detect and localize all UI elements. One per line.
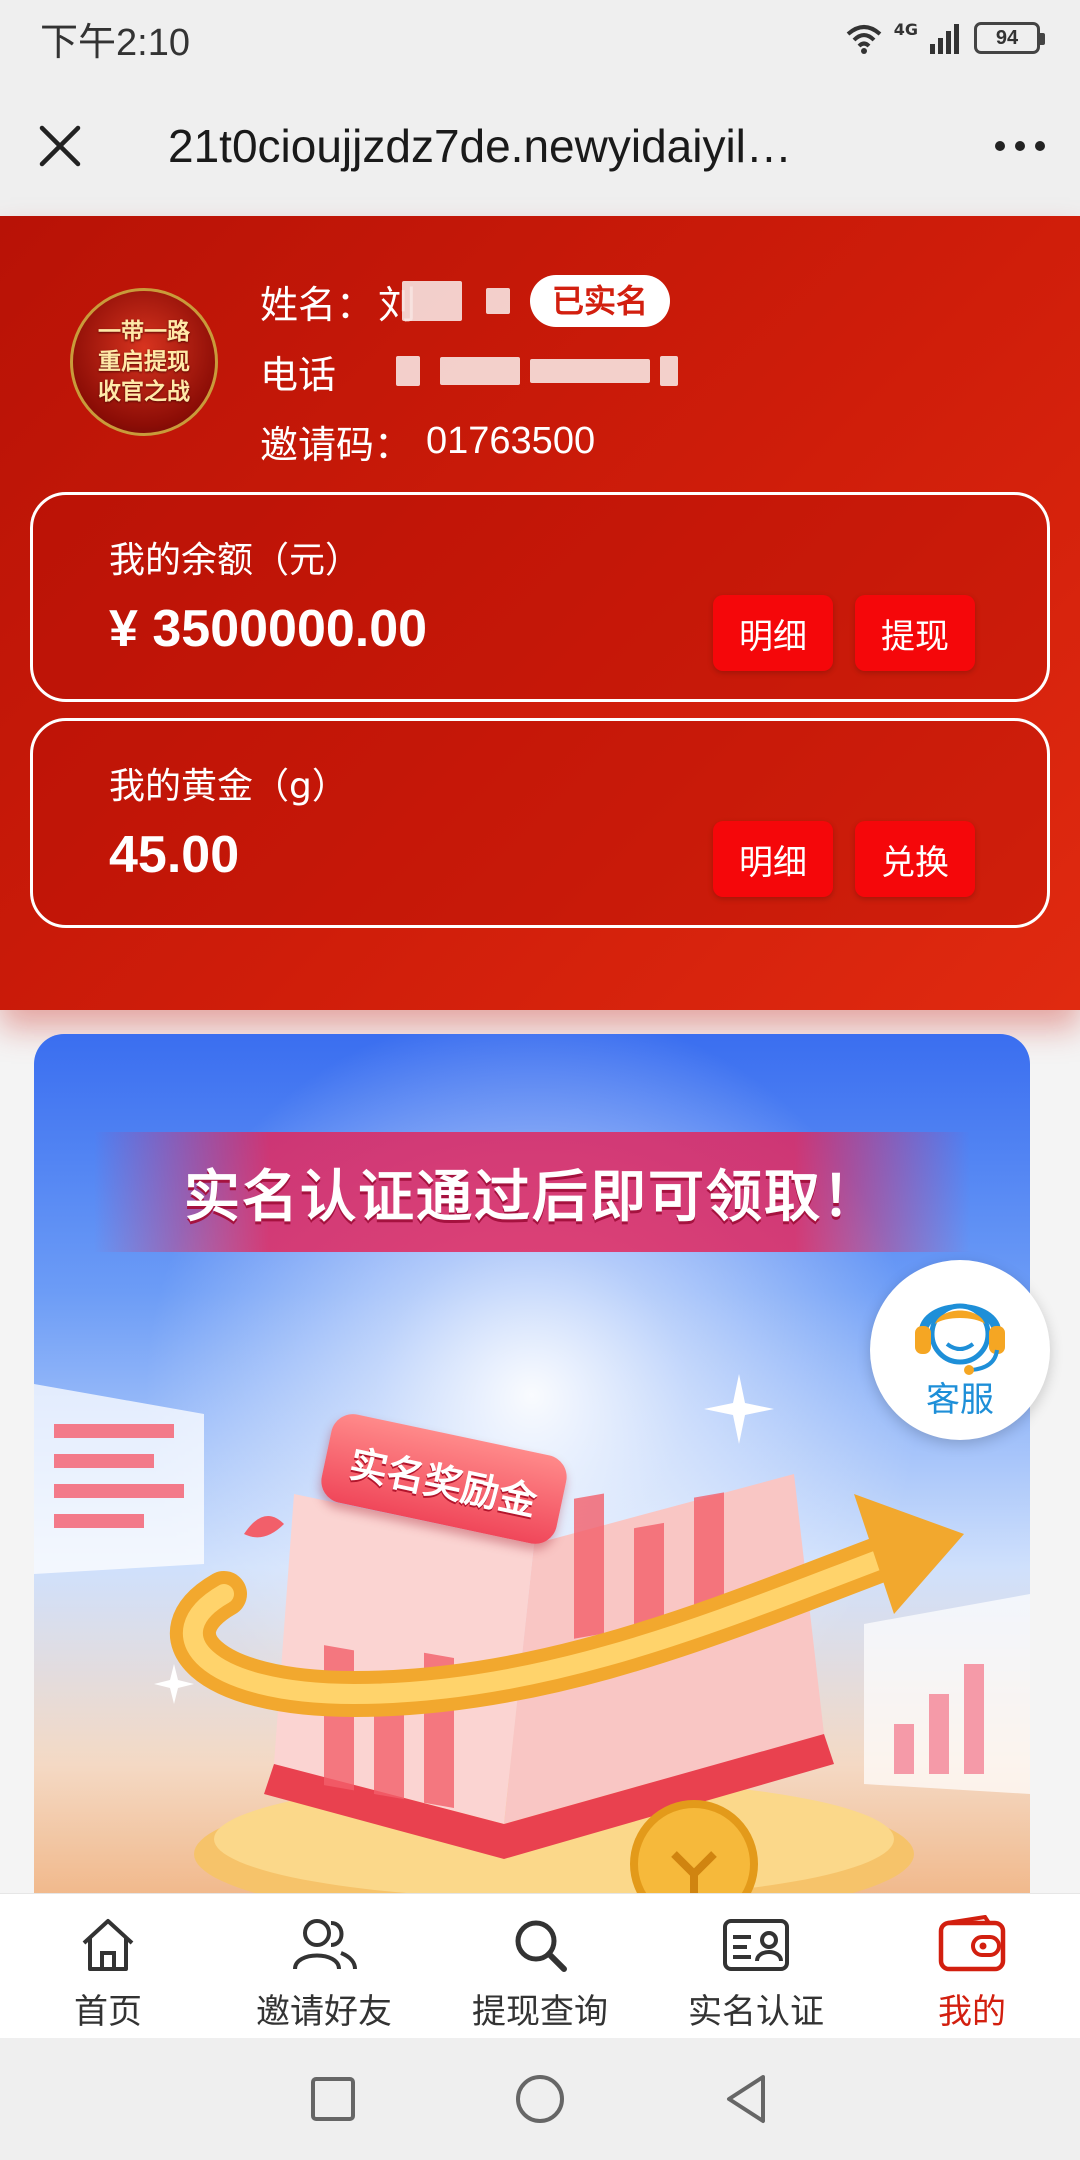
circle-icon — [515, 2075, 564, 2123]
wallet-icon — [937, 1910, 1007, 1980]
more-options-button[interactable] — [960, 76, 1080, 216]
nav-item-home[interactable]: 首页 — [0, 1894, 216, 2038]
nav-item-mine[interactable]: 我的 — [864, 1894, 1080, 2038]
bottom-navigation: 首页 邀请好友 提现查询 实名认证 我的 — [0, 1893, 1080, 2038]
verified-badge: 已实名 — [530, 275, 671, 327]
withdraw-button[interactable]: 提现 — [855, 595, 975, 671]
nav-item-invite[interactable]: 邀请好友 — [216, 1894, 432, 2038]
close-button[interactable] — [0, 76, 120, 216]
headset-agent-icon — [915, 1303, 1005, 1375]
customer-service-label: 客服 — [926, 1379, 994, 1420]
phone-redaction — [396, 356, 421, 386]
nav-label: 实名认证 — [688, 1992, 824, 2032]
profile-info: 姓名： 刘 已实名 电话 邀请码： 01763500 — [260, 266, 679, 476]
more-dot-icon — [1015, 141, 1025, 151]
gold-card: 我的黄金（g） 45.00 明细 兑换 — [30, 718, 1050, 928]
avatar-text-line: 重启提现 — [98, 348, 190, 375]
name-redaction — [402, 281, 463, 321]
nav-label: 提现查询 — [472, 1992, 608, 2032]
close-icon — [39, 125, 81, 167]
balance-value: ¥ 3500000.00 — [109, 600, 428, 658]
id-card-icon — [721, 1910, 791, 1980]
recent-apps-button[interactable] — [293, 2059, 373, 2139]
phone-redaction — [530, 359, 651, 383]
balance-card: 我的余额（元） ¥ 3500000.00 明细 提现 — [30, 492, 1050, 702]
balance-title: 我的余额（元） — [109, 540, 362, 581]
avatar[interactable]: 一带一路 重启提现 收官之战 — [70, 288, 218, 436]
back-triangle-icon — [726, 2075, 765, 2123]
home-icon — [73, 1910, 143, 1980]
phone-redaction — [440, 357, 521, 385]
name-label: 姓名： — [260, 282, 375, 327]
phone-label: 电话 — [260, 352, 337, 397]
status-time: 下午2:10 — [40, 21, 190, 64]
phone-redaction — [660, 356, 679, 386]
gold-value: 45.00 — [109, 826, 240, 884]
back-button[interactable] — [707, 2059, 787, 2139]
battery-icon: 94 — [974, 22, 1045, 54]
banner-title-band: 实名认证通过后即可领取！ — [94, 1132, 970, 1252]
invite-label: 邀请码： — [260, 422, 413, 467]
signal-icon — [930, 24, 959, 54]
system-navigation-bar — [0, 2038, 1080, 2160]
network-type: 4G — [893, 19, 918, 39]
users-icon — [289, 1910, 359, 1980]
search-icon — [505, 1910, 575, 1980]
avatar-text-line: 一带一路 — [98, 318, 190, 345]
customer-service-button[interactable]: 客服 — [870, 1260, 1050, 1440]
balance-detail-button[interactable]: 明细 — [713, 595, 833, 671]
invite-row: 邀请码： 01763500 — [260, 406, 678, 476]
nav-label: 首页 — [74, 1992, 142, 2032]
avatar-text-line: 收官之战 — [98, 378, 190, 405]
home-system-button[interactable] — [500, 2059, 580, 2139]
banner-title: 实名认证通过后即可领取！ — [184, 1164, 880, 1230]
nav-item-verification[interactable]: 实名认证 — [648, 1894, 864, 2038]
exchange-button[interactable]: 兑换 — [855, 821, 975, 897]
battery-level: 94 — [995, 26, 1019, 49]
square-icon — [311, 2077, 356, 2121]
invite-code: 01763500 — [426, 419, 596, 462]
phone-row: 电话 — [260, 336, 679, 406]
nav-label: 我的 — [938, 1992, 1006, 2032]
name-row: 姓名： 刘 已实名 — [260, 266, 678, 336]
nav-item-withdraw-query[interactable]: 提现查询 — [432, 1894, 648, 2038]
nav-label: 邀请好友 — [256, 1992, 392, 2032]
gold-detail-button[interactable]: 明细 — [713, 821, 833, 897]
name-redaction — [486, 288, 511, 314]
more-dot-icon — [995, 141, 1005, 151]
status-icons: 4G 94 — [844, 19, 1045, 54]
more-dot-icon — [1035, 141, 1045, 151]
page-url: 21t0cioujjzdz7de.newyidaiyil… — [168, 120, 792, 172]
promo-banner[interactable]: 实名认证通过后即可领取！ 实名奖励金 — [34, 1034, 1030, 1894]
status-bar: 下午2:10 4G 94 — [0, 0, 1080, 76]
account-header: 一带一路 重启提现 收官之战 姓名： 刘 已实名 电话 邀请码： 0176350… — [0, 216, 1080, 1010]
gold-title: 我的黄金（g） — [109, 766, 348, 807]
browser-title-bar: 21t0cioujjzdz7de.newyidaiyil… — [0, 76, 1080, 216]
wifi-icon — [846, 25, 882, 54]
